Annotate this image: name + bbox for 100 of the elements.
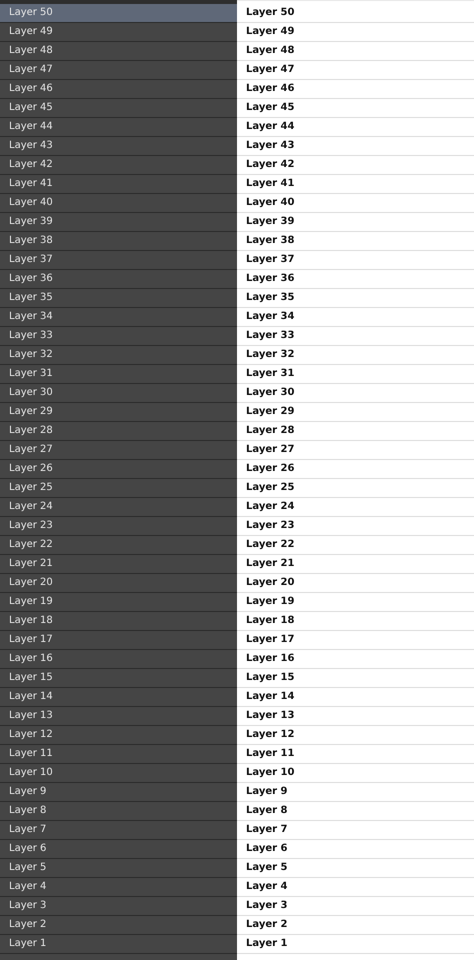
layer-item[interactable]: Layer 19 (0, 593, 237, 612)
layer-item[interactable]: Layer 6 (0, 840, 237, 859)
layer-name: Layer 44 (246, 121, 294, 132)
layer-name: Layer 7 (246, 824, 288, 835)
layer-item[interactable]: Layer 3 (0, 897, 237, 916)
layer-name: Layer 22 (246, 539, 294, 550)
layer-item[interactable]: Layer 26 (0, 460, 237, 479)
layer-name: Layer 46 (246, 83, 294, 94)
layer-item[interactable]: Layer 45 (0, 99, 237, 118)
layer-item[interactable]: Layer 23 (0, 517, 237, 536)
layer-name: Layer 21 (246, 558, 294, 569)
layer-item[interactable]: Layer 10 (0, 764, 237, 783)
layer-name: Layer 31 (246, 368, 294, 379)
layer-name: Layer 11 (246, 748, 294, 759)
layer-item[interactable]: Layer 48 (0, 42, 237, 61)
layer-item[interactable]: Layer 15 (0, 669, 237, 688)
layer-item[interactable]: Layer 4 (0, 878, 237, 897)
layer-name: Layer 17 (246, 634, 294, 645)
layer-name: Layer 18 (246, 615, 294, 626)
layer-name: Layer 12 (246, 729, 294, 740)
layer-name: Layer 25 (246, 482, 294, 493)
layer-item[interactable]: Layer 9 (0, 783, 237, 802)
layer-item[interactable]: Layer 7 (0, 821, 237, 840)
layer-item[interactable]: Layer 32 (0, 346, 237, 365)
layer-item[interactable]: Layer 29 (0, 403, 237, 422)
layer-name: Layer 26 (246, 463, 294, 474)
layer-item[interactable]: Layer 30 (0, 384, 237, 403)
layer-name: Layer 33 (246, 330, 294, 341)
layer-item[interactable]: Layer 14 (0, 688, 237, 707)
layer-item[interactable]: Layer 39 (0, 213, 237, 232)
layer-item[interactable]: Layer 31 (0, 365, 237, 384)
layer-name: Layer 29 (246, 406, 294, 417)
layer-name: Layer 8 (246, 805, 288, 816)
layer-item[interactable]: Layer 46 (0, 80, 237, 99)
layer-name: Layer 48 (246, 45, 294, 56)
layer-item[interactable]: Layer 44 (0, 118, 237, 137)
layer-item[interactable]: Layer 21 (0, 555, 237, 574)
layer-name: Layer 28 (246, 425, 294, 436)
layer-name: Layer 19 (246, 596, 294, 607)
layer-name: Layer 23 (246, 520, 294, 531)
layer-name: Layer 2 (246, 919, 288, 930)
layer-name: Layer 38 (246, 235, 294, 246)
layer-name: Layer 27 (246, 444, 294, 455)
layer-item[interactable]: Layer 28 (0, 422, 237, 441)
layer-item[interactable]: Layer 37 (0, 251, 237, 270)
layer-name: Layer 3 (246, 900, 288, 911)
layer-item[interactable]: Layer 24 (0, 498, 237, 517)
layer-item[interactable]: Layer 25 (0, 479, 237, 498)
layer-name: Layer 50 (246, 7, 294, 18)
layer-name: Layer 34 (246, 311, 294, 322)
layer-item[interactable]: Layer 41 (0, 175, 237, 194)
layer-item[interactable]: Layer 22 (0, 536, 237, 555)
layer-name: Layer 47 (246, 64, 294, 75)
layer-item[interactable]: Layer 38 (0, 232, 237, 251)
layer-item[interactable]: Layer 2 (0, 916, 237, 935)
layer-name: Layer 14 (246, 691, 294, 702)
layer-name: Layer 6 (246, 843, 288, 854)
layer-name: Layer 43 (246, 140, 294, 151)
layer-item[interactable]: Layer 5 (0, 859, 237, 878)
layer-name: Layer 42 (246, 159, 294, 170)
layer-item[interactable]: Layer 18 (0, 612, 237, 631)
layer-item[interactable]: Layer 17 (0, 631, 237, 650)
layer-item[interactable]: Layer 13 (0, 707, 237, 726)
layer-item[interactable]: Layer 12 (0, 726, 237, 745)
layer-item[interactable]: Layer 20 (0, 574, 237, 593)
layer-item[interactable]: Layer 36 (0, 270, 237, 289)
layer-item[interactable]: Layer 42 (0, 156, 237, 175)
layer-name: Layer 32 (246, 349, 294, 360)
layer-name: Layer 24 (246, 501, 294, 512)
layer-name: Layer 37 (246, 254, 294, 265)
layer-name: Layer 49 (246, 26, 294, 37)
layer-item[interactable]: Layer 43 (0, 137, 237, 156)
layer-name: Layer 40 (246, 197, 294, 208)
layer-item[interactable]: Layer 8 (0, 802, 237, 821)
layer-name: Layer 30 (246, 387, 294, 398)
layer-item[interactable]: Layer 16 (0, 650, 237, 669)
layer-item[interactable]: Layer 33 (0, 327, 237, 346)
layer-item[interactable]: Layer 1 (0, 935, 237, 954)
layer-name: Layer 35 (246, 292, 294, 303)
layer-item[interactable]: Layer 11 (0, 745, 237, 764)
layer-name: Layer 45 (246, 102, 294, 113)
layer-name: Layer 5 (246, 862, 288, 873)
layer-name: Layer 15 (246, 672, 294, 683)
layer-name: Layer 39 (246, 216, 294, 227)
layer-name: Layer 4 (246, 881, 288, 892)
layer-name: Layer 1 (246, 938, 288, 949)
layer-item[interactable]: Layer 34 (0, 308, 237, 327)
layer-name: Layer 16 (246, 653, 294, 664)
layer-name: Layer 20 (246, 577, 294, 588)
layer-item[interactable]: Layer 50 (0, 4, 237, 23)
layer-name: Layer 13 (246, 710, 294, 721)
layer-item[interactable]: Layer 47 (0, 61, 237, 80)
layer-item[interactable]: Layer 49 (0, 23, 237, 42)
layer-name: Layer 36 (246, 273, 294, 284)
layer-name: Layer 10 (246, 767, 294, 778)
layer-item[interactable]: Layer 40 (0, 194, 237, 213)
layer-item[interactable]: Layer 35 (0, 289, 237, 308)
layer-item[interactable]: Layer 27 (0, 441, 237, 460)
layer-name: Layer 41 (246, 178, 294, 189)
layer-name: Layer 9 (246, 786, 288, 797)
